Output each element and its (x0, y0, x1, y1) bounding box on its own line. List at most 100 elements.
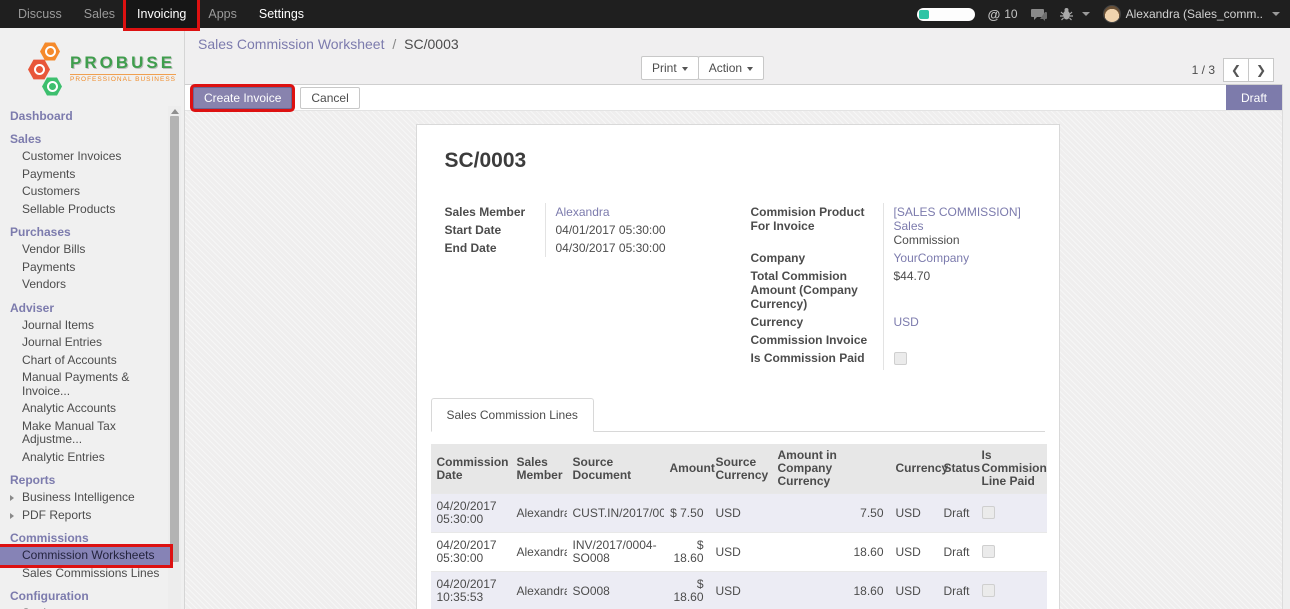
sidebar-item-journal-entries[interactable]: Journal Entries (0, 334, 168, 352)
debug-menu[interactable] (1060, 7, 1090, 21)
checkbox-is-commission-paid[interactable] (894, 352, 907, 365)
sidebar-section-configuration[interactable]: Configuration (0, 588, 168, 605)
probuse-logo: PROBUSE PROFESSIONAL BUSINESS (0, 28, 184, 104)
cancel-button[interactable]: Cancel (300, 87, 359, 109)
field-value-commission-invoice (883, 331, 1031, 349)
create-invoice-button[interactable]: Create Invoice (193, 87, 292, 109)
line-paid-checkbox[interactable] (982, 584, 995, 597)
sidebar-item-sellable-products[interactable]: Sellable Products (0, 201, 168, 219)
sidebar-item-commission-worksheets[interactable]: Commission Worksheets (0, 547, 170, 565)
field-row-commission-invoice: Commission Invoice (751, 331, 1031, 349)
action-button[interactable]: Action (698, 56, 764, 80)
sidebar-item-payments[interactable]: Payments (0, 166, 168, 184)
avatar (1103, 5, 1121, 23)
field-link-company[interactable]: YourCompany (894, 251, 970, 265)
cell-amount: $ 18.60 (664, 533, 710, 572)
form-sheet: SC/0003 Sales MemberAlexandraStart Date0… (416, 124, 1060, 609)
activity-menu[interactable]: @ 10 (988, 7, 1018, 22)
logo-tagline: PROFESSIONAL BUSINESS (70, 74, 176, 83)
sidebar-section-dashboard[interactable]: Dashboard (0, 108, 168, 125)
sidebar-section-adviser[interactable]: Adviser (0, 300, 168, 317)
sidebar-item-manual-payments-invoice[interactable]: Manual Payments & Invoice... (0, 369, 168, 400)
scroll-up-icon[interactable] (171, 109, 179, 114)
page-scrollbar[interactable] (1282, 84, 1290, 609)
tab-sales-commission-lines[interactable]: Sales Commission Lines (431, 398, 594, 432)
field-label-start-date: Start Date (445, 221, 545, 239)
sidebar-section-sales[interactable]: Sales (0, 131, 168, 148)
column-header-sales-member[interactable]: Sales Member (511, 444, 567, 494)
line-paid-checkbox[interactable] (982, 506, 995, 519)
field-link-sales-member[interactable]: Alexandra (556, 205, 610, 219)
sidebar-item-settings[interactable]: Settings (0, 605, 168, 609)
cell-src_cur: USD (710, 494, 772, 533)
sidebar-section-commissions[interactable]: Commissions (0, 530, 168, 547)
sidebar-item-customer-invoices[interactable]: Customer Invoices (0, 148, 168, 166)
logo-hexagons-icon (28, 40, 66, 98)
sidebar-item-pdf-reports[interactable]: PDF Reports (0, 507, 168, 525)
column-header-status[interactable]: Status (938, 444, 976, 494)
sidebar-item-make-manual-tax-adjustme[interactable]: Make Manual Tax Adjustme... (0, 418, 168, 449)
commission-line-row-3[interactable]: 04/20/2017 10:35:53AlexandraSO008$ 18.60… (431, 572, 1047, 609)
sidebar-scrollbar[interactable] (168, 106, 181, 609)
topbar-menu-apps[interactable]: Apps (197, 0, 248, 28)
tab-bar: Sales Commission Lines (431, 398, 1045, 432)
cell-doc: SO008 (567, 572, 664, 609)
field-row-sales-member: Sales MemberAlexandra (445, 203, 725, 221)
field-link-commision-product-for-invoice[interactable]: [SALES COMMISSION] Sales (894, 205, 1021, 233)
sidebar-item-vendor-bills[interactable]: Vendor Bills (0, 241, 168, 259)
commission-line-row-1[interactable]: 04/20/2017 05:30:00AlexandraCUST.IN/2017… (431, 494, 1047, 533)
field-group: Sales MemberAlexandraStart Date04/01/201… (445, 203, 1031, 370)
breadcrumb-worksheets-link[interactable]: Sales Commission Worksheet (198, 36, 384, 52)
topbar-menu-settings[interactable]: Settings (248, 0, 315, 28)
sidebar-section-reports[interactable]: Reports (0, 472, 168, 489)
sidebar-item-analytic-entries[interactable]: Analytic Entries (0, 449, 168, 467)
sidebar-scrollbar-thumb[interactable] (170, 116, 179, 562)
pager-next-button[interactable]: ❯ (1248, 58, 1274, 82)
sidebar: PROBUSE PROFESSIONAL BUSINESS Dashboard S… (0, 28, 185, 609)
timer-widget[interactable] (917, 8, 975, 21)
topbar-menus: DiscussSalesInvoicingAppsSettings (7, 0, 315, 28)
statusbar: Create Invoice Cancel Draft (185, 84, 1290, 111)
cell-status: Draft (938, 494, 976, 533)
column-header-source-document[interactable]: Source Document (567, 444, 664, 494)
sidebar-item-payments[interactable]: Payments (0, 259, 168, 277)
column-header-currency[interactable]: Currency (890, 444, 938, 494)
sidebar-section-purchases[interactable]: Purchases (0, 224, 168, 241)
user-menu[interactable]: Alexandra (Sales_comm.. (1103, 5, 1280, 23)
line-paid-checkbox[interactable] (982, 545, 995, 558)
status-badge-draft: Draft (1226, 85, 1282, 110)
sidebar-item-business-intelligence[interactable]: Business Intelligence (0, 489, 168, 507)
systray: @ 10 Alexandra (Sales_comm.. (917, 5, 1280, 23)
pager-previous-button[interactable]: ❮ (1223, 58, 1249, 82)
sidebar-item-vendors[interactable]: Vendors (0, 276, 168, 294)
chevron-down-icon (682, 67, 688, 71)
cell-paid (976, 572, 1047, 609)
column-header-source-currency[interactable]: Source Currency (710, 444, 772, 494)
sidebar-item-chart-of-accounts[interactable]: Chart of Accounts (0, 352, 168, 370)
field-value-total-commision-amount-company-currency: $44.70 (883, 267, 1031, 313)
cell-amount_company: 18.60 (772, 533, 890, 572)
column-header-amount-in-company-currency[interactable]: Amount in Company Currency (772, 444, 890, 494)
field-row-start-date: Start Date04/01/2017 05:30:00 (445, 221, 725, 239)
topbar-menu-invoicing[interactable]: Invoicing (126, 0, 197, 28)
cell-paid (976, 533, 1047, 572)
cell-currency: USD (890, 572, 938, 609)
field-value-start-date: 04/01/2017 05:30:00 (545, 221, 725, 239)
record-title: SC/0003 (445, 149, 1031, 173)
sidebar-item-analytic-accounts[interactable]: Analytic Accounts (0, 400, 168, 418)
column-header-is-commision-line-paid[interactable]: Is Commision Line Paid (976, 444, 1047, 494)
messages-icon[interactable] (1031, 8, 1047, 21)
field-link-currency[interactable]: USD (894, 315, 919, 329)
sidebar-item-sales-commissions-lines[interactable]: Sales Commissions Lines (0, 565, 168, 583)
activity-at-icon: @ (988, 7, 1001, 22)
column-header-commission-date[interactable]: Commission Date (431, 444, 511, 494)
sidebar-item-customers[interactable]: Customers (0, 183, 168, 201)
column-header-amount[interactable]: Amount (664, 444, 710, 494)
topbar-menu-sales[interactable]: Sales (73, 0, 126, 28)
print-button[interactable]: Print (641, 56, 699, 80)
commission-line-row-2[interactable]: 04/20/2017 05:30:00AlexandraINV/2017/000… (431, 533, 1047, 572)
screen: { "colors": { "accent_purple": "#7c7bad"… (0, 0, 1290, 609)
topbar-menu-discuss[interactable]: Discuss (7, 0, 73, 28)
cell-member: Alexandra (511, 533, 567, 572)
sidebar-item-journal-items[interactable]: Journal Items (0, 317, 168, 335)
